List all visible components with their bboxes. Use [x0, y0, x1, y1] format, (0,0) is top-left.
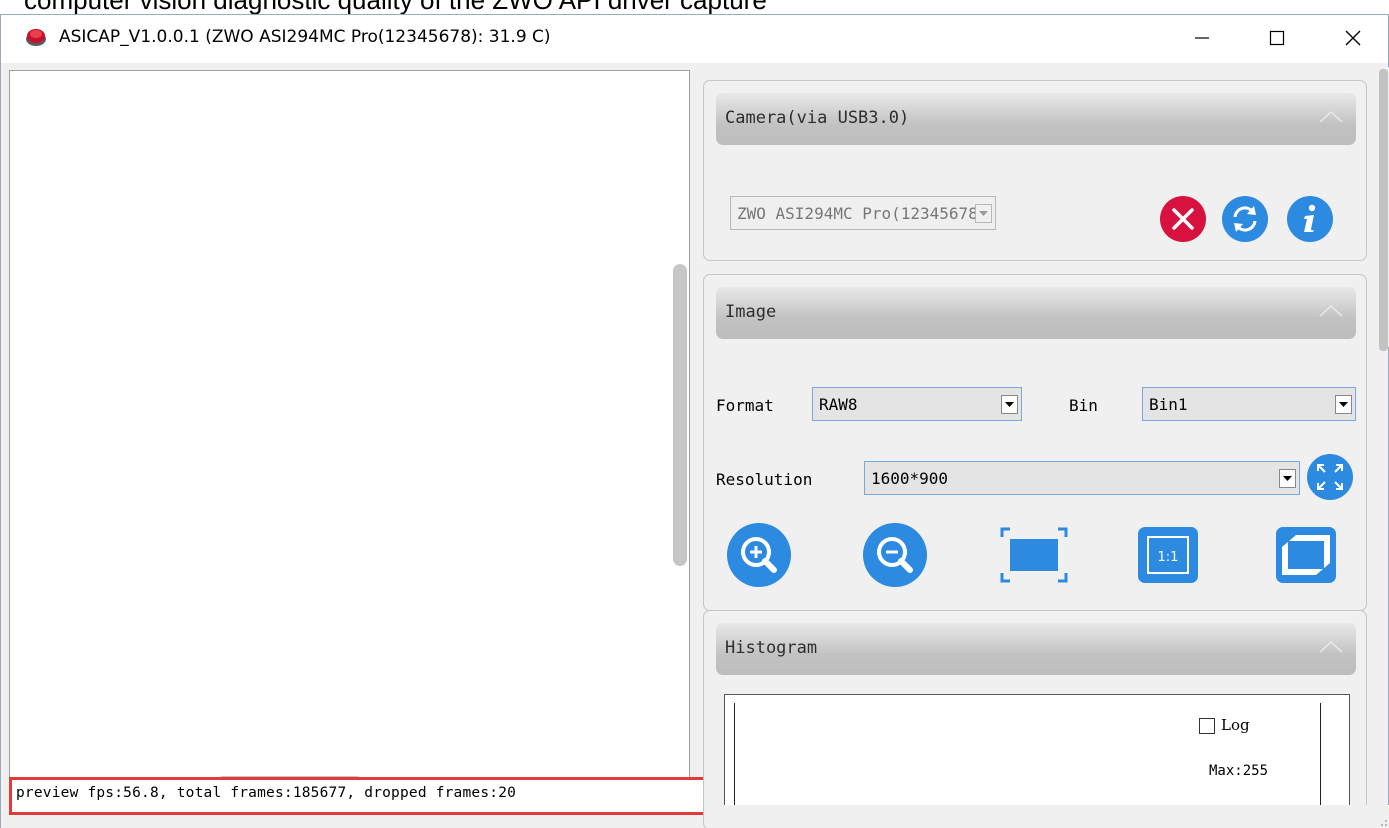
bottom-status-area — [715, 805, 1389, 828]
actual-size-icon[interactable]: 1:1 — [1136, 525, 1200, 585]
preview-area[interactable] — [9, 70, 690, 804]
resolution-label: Resolution — [716, 470, 813, 489]
maximize-icon — [1269, 30, 1285, 46]
fit-window-icon[interactable] — [1000, 527, 1068, 583]
collapse-chevron-icon[interactable] — [1318, 109, 1344, 125]
title-bar: ASICAP_V1.0.0.1 (ZWO ASI294MC Pro(123456… — [1, 15, 1388, 63]
settings-panel-scroll-thumb[interactable] — [1379, 69, 1388, 351]
resolution-value: 1600*900 — [871, 469, 949, 488]
format-value: RAW8 — [819, 395, 858, 414]
camera-device-select[interactable]: ZWO ASI294MC Pro(12345678) — [730, 196, 996, 230]
resize-grip-icon[interactable] — [1378, 817, 1388, 827]
image-group-header[interactable]: Image — [716, 287, 1356, 339]
histogram-max-label: Max:255 — [1209, 763, 1269, 779]
bin-select[interactable]: Bin1 — [1142, 387, 1356, 421]
format-select[interactable]: RAW8 — [812, 387, 1022, 421]
window-title: ASICAP_V1.0.0.1 (ZWO ASI294MC Pro(123456… — [59, 27, 551, 47]
maximize-button[interactable] — [1241, 15, 1313, 61]
histogram-group: Histogram Log Max:255 — [703, 610, 1367, 828]
refresh-icon[interactable] — [1221, 195, 1269, 243]
app-window: ASICAP_V1.0.0.1 (ZWO ASI294MC Pro(123456… — [0, 14, 1389, 828]
cropped-heading: computer vision diagnostic quality of th… — [0, 0, 1389, 14]
minimize-button[interactable] — [1166, 15, 1238, 61]
resolution-select[interactable]: 1600*900 — [864, 461, 1300, 495]
chevron-down-icon — [975, 204, 992, 223]
fullscreen-icon[interactable] — [1274, 525, 1338, 585]
status-bar: preview fps:56.8, total frames:185677, d… — [9, 777, 715, 815]
chevron-down-icon — [1279, 469, 1296, 488]
zoom-out-icon[interactable] — [862, 522, 928, 588]
max-resolution-icon[interactable] — [1306, 453, 1354, 501]
log-label: Log — [1221, 716, 1250, 734]
close-button[interactable] — [1317, 15, 1389, 61]
chevron-down-icon — [1335, 395, 1352, 414]
status-text: preview fps:56.8, total frames:185677, d… — [16, 785, 517, 801]
camera-group: Camera(via USB3.0) ZWO ASI294MC Pro(1234… — [703, 80, 1367, 261]
collapse-chevron-icon[interactable] — [1318, 303, 1344, 319]
image-group: Image Format RAW8 Bin Bin1 Resolution 16… — [703, 274, 1367, 611]
format-label: Format — [716, 396, 774, 415]
zoom-in-icon[interactable] — [726, 522, 792, 588]
histogram-group-title: Histogram — [725, 638, 818, 658]
chevron-down-icon — [1001, 395, 1018, 414]
log-checkbox[interactable] — [1199, 718, 1215, 734]
minimize-icon — [1195, 37, 1209, 39]
info-icon[interactable] — [1286, 195, 1334, 243]
svg-text:1:1: 1:1 — [1158, 550, 1179, 565]
bin-value: Bin1 — [1149, 395, 1188, 414]
camera-group-title: Camera(via USB3.0) — [725, 108, 910, 128]
preview-vertical-scrollbar[interactable] — [670, 71, 689, 787]
cropped-heading-text: computer vision diagnostic quality of th… — [24, 0, 767, 14]
collapse-chevron-icon[interactable] — [1318, 639, 1344, 655]
app-logo-icon — [26, 29, 46, 46]
image-group-title: Image — [725, 302, 777, 322]
camera-group-header[interactable]: Camera(via USB3.0) — [716, 93, 1356, 145]
close-icon — [1345, 30, 1361, 46]
histogram-group-header[interactable]: Histogram — [716, 623, 1356, 675]
preview-vertical-scroll-thumb[interactable] — [673, 264, 687, 566]
settings-panel-scrollbar[interactable] — [1376, 67, 1389, 351]
bin-label: Bin — [1069, 396, 1098, 415]
camera-device-value: ZWO ASI294MC Pro(12345678) — [737, 204, 988, 223]
disconnect-icon[interactable] — [1159, 195, 1207, 243]
